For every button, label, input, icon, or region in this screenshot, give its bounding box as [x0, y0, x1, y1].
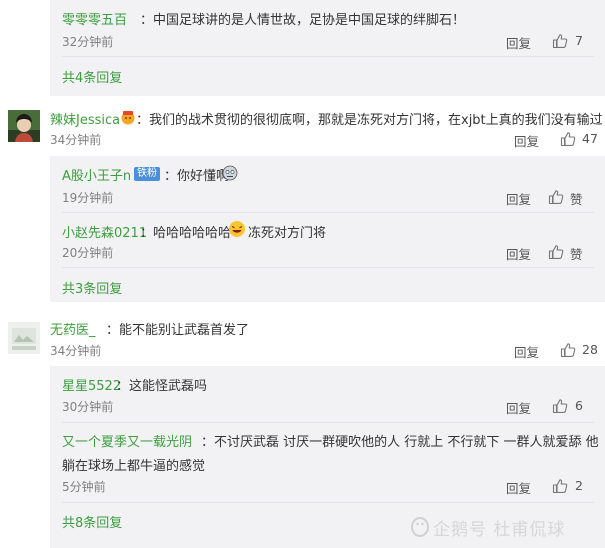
reply-button[interactable]: 回复 [514, 131, 539, 150]
watermark-text: 企鹅号 杜甫侃球 [433, 520, 566, 540]
like-count: 7 [575, 33, 583, 48]
reply-text: ：中国足球讲的是人情世故，足协是中国足球的绊脚石！ [140, 13, 466, 28]
divider [62, 422, 594, 423]
reply-username[interactable]: 零零零五百 [62, 9, 127, 28]
thumbs-up-icon[interactable] [552, 33, 568, 49]
reply-text: ：这能怪武磊吗 [116, 379, 208, 394]
comment-time: 34分钟前 [50, 133, 102, 147]
thumbs-up-icon[interactable] [552, 478, 568, 494]
reply-button[interactable]: 回复 [506, 398, 531, 417]
more-replies-link[interactable]: 共4条回复 [62, 67, 122, 86]
reply-text: ：哈哈哈哈哈哈 [140, 226, 232, 241]
like-count: 28 [582, 342, 598, 357]
thumbs-up-icon[interactable] [548, 244, 564, 260]
reply-button[interactable]: 回复 [514, 342, 539, 361]
divider [62, 212, 594, 213]
thumbs-up-icon[interactable] [560, 342, 576, 358]
thumbs-up-icon[interactable] [552, 398, 568, 414]
laughing-emoji-icon [229, 221, 245, 237]
reply-username[interactable]: 小赵先森0211 [62, 222, 147, 241]
reply-button[interactable]: 回复 [506, 189, 531, 208]
comment-username[interactable]: 辣妹Jessica [50, 109, 120, 128]
like-count: 6 [575, 398, 583, 413]
reply-text: ：不讨厌武磊 讨厌一群硬吹他的人 行就上 不行就下 一群人就爱舔 他 [201, 435, 599, 450]
emoji-icon [222, 165, 238, 181]
reply-button[interactable]: 回复 [506, 33, 531, 52]
reply-username[interactable]: 又一个夏季又一载光阴 [62, 431, 192, 450]
reply-button[interactable]: 回复 [506, 244, 531, 263]
reply-button[interactable]: 回复 [506, 478, 531, 497]
reply-panel-top: 零零零五百 ：中国足球讲的是人情世故，足协是中国足球的绊脚石！ 32分钟前 回复… [50, 0, 605, 96]
avatar-image [8, 322, 40, 354]
reply-text-continued: 躺在球场上都牛逼的感觉 [62, 459, 206, 474]
reply-time: 19分钟前 [62, 191, 114, 205]
fan-badge: 铁粉 [134, 167, 160, 181]
like-label: 赞 [570, 192, 583, 207]
avatar[interactable] [8, 322, 40, 354]
comment-time: 34分钟前 [50, 344, 102, 358]
divider [62, 502, 594, 503]
reply-time: 5分钟前 [62, 480, 106, 494]
like-count: 2 [575, 478, 583, 493]
more-replies-link[interactable]: 共3条回复 [62, 278, 122, 297]
reply-username[interactable]: 星星5522 [62, 375, 121, 394]
reply-time: 32分钟前 [62, 35, 114, 49]
reply-time: 30分钟前 [62, 400, 114, 414]
like-count: 47 [582, 131, 598, 146]
comment-text: ：能不能别让武磊首发了 [106, 323, 250, 338]
reply-panel: A股小王子n 铁粉 ：你好懂啊 19分钟前 回复 赞 小赵先森0211 ：哈哈哈… [50, 156, 605, 302]
like-label: 赞 [570, 247, 583, 262]
vip-badge-icon [121, 111, 135, 125]
reply-username[interactable]: A股小王子n [62, 165, 131, 184]
comment-username[interactable]: 无药医_ [50, 319, 96, 338]
reply-text: ：你好懂啊 [164, 169, 230, 184]
penguin-logo-icon [411, 517, 429, 537]
reply-time: 20分钟前 [62, 246, 114, 260]
more-replies-link[interactable]: 共8条回复 [62, 512, 122, 531]
avatar[interactable] [8, 110, 40, 142]
thumbs-up-icon[interactable] [560, 131, 576, 147]
avatar-image [8, 110, 40, 142]
reply-text: 冻死对方门将 [248, 226, 327, 241]
comment-text: ：我们的战术贯彻的很彻底啊，那就是冻死对方门将，在xjbt上真的我们没有输过 [136, 113, 603, 128]
divider [62, 267, 594, 268]
divider [62, 56, 594, 57]
thumbs-up-icon[interactable] [548, 189, 564, 205]
